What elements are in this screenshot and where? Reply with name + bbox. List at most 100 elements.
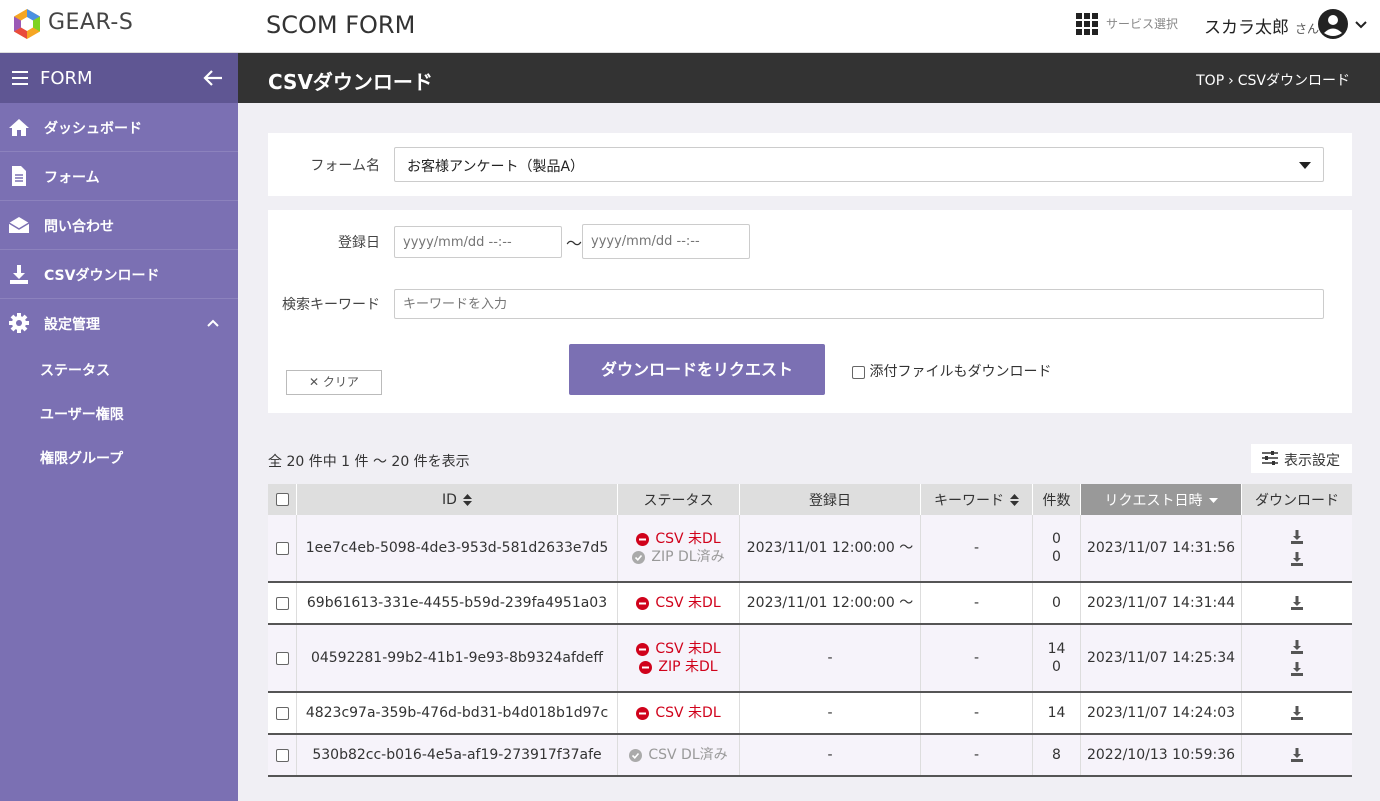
display-settings-button[interactable]: 表示設定 [1251,444,1352,473]
download-icon[interactable] [1290,748,1304,762]
keyword-cell: - [921,735,1033,775]
page-title-bar: CSVダウンロード TOP › CSVダウンロード [238,53,1380,103]
date-label: 登録日 [338,235,380,251]
attach-checkbox[interactable] [852,365,865,379]
download-icon[interactable] [1290,640,1304,654]
minus-circle-icon [639,660,653,674]
date-to-input[interactable] [582,224,750,259]
check-circle-icon [632,550,646,564]
row-checkbox[interactable] [275,748,289,762]
date-range-tilde: 〜 [566,234,583,253]
display-settings-label: 表示設定 [1284,453,1340,469]
arrow-left-icon[interactable] [202,68,224,88]
minus-circle-icon [636,706,650,720]
keyword-value: - [973,650,980,666]
sidebar-subitem-permission-group[interactable]: 権限グループ [0,436,238,480]
clear-button[interactable]: ✕ クリア [286,370,382,395]
count-value: 14 [1047,705,1066,721]
user-name[interactable]: スカラ太郎 さん [1204,13,1319,38]
column-header-label: ID [442,491,457,508]
column-header-id[interactable]: ID [297,484,618,515]
avatar-icon[interactable] [1318,9,1348,39]
column-header-request-datetime[interactable]: リクエスト日時 [1081,484,1242,515]
date-from-input[interactable] [394,226,562,258]
sidebar-subitem-status[interactable]: ステータス [0,348,238,392]
sidebar-item-csv-download[interactable]: CSVダウンロード [0,250,238,299]
sidebar-item-inquiry[interactable]: 問い合わせ [0,201,238,250]
page-title: CSVダウンロード [268,70,433,94]
download-icon[interactable] [1290,552,1304,566]
status-badge: CSV 未DL [636,594,721,612]
service-select-link[interactable]: サービス選択 [1106,15,1178,32]
keyword-cell: - [921,583,1033,623]
download-icon[interactable] [1290,596,1304,610]
row-checkbox[interactable] [275,596,289,610]
download-icon[interactable] [1290,706,1304,720]
column-header-registered-date: 登録日 [740,484,921,515]
sidebar-item-dashboard[interactable]: ダッシュボード [0,103,238,152]
document-icon [12,166,26,186]
id-cell: 04592281-99b2-41b1-9e93-8b9324afdeff [297,625,618,691]
registered-date-cell: - [740,735,921,775]
table-row[interactable]: 530b82cc-b016-4e5a-af19-273917f37afe CSV … [268,735,1352,777]
request-datetime: 2023/11/07 14:31:44 [1086,595,1236,611]
download-cell [1242,625,1352,691]
select-all-checkbox[interactable] [275,493,289,506]
search-panel: 登録日 〜 検索キーワード ✕ クリア ダウンロードをリクエスト 添付ファイルも… [268,210,1352,413]
count-value: 0 [1052,531,1061,547]
envelope-icon [8,217,30,233]
request-datetime-cell: 2023/11/07 14:24:03 [1081,693,1242,733]
request-id: 1ee7c4eb-5098-4de3-953d-581d2633e7d5 [305,540,609,556]
hamburger-icon[interactable] [12,71,28,85]
column-header-download: ダウンロード [1242,484,1352,515]
keyword-cell: - [921,515,1033,581]
status-text: ZIP 未DL [658,659,718,675]
row-checkbox[interactable] [275,651,289,665]
chevron-down-icon[interactable] [1354,20,1368,30]
request-id: 530b82cc-b016-4e5a-af19-273917f37afe [312,747,602,763]
row-checkbox[interactable] [275,706,289,720]
table-row[interactable]: 04592281-99b2-41b1-9e93-8b9324afdeff CSV … [268,625,1352,693]
keyword-value: - [973,540,980,556]
row-select-cell [268,735,297,775]
download-cell [1242,693,1352,733]
status-text: CSV 未DL [655,705,721,721]
sidebar-header: FORM [0,53,238,103]
count-cell: 14 0 [1033,625,1081,691]
registered-date: 2023/11/01 12:00:00 〜 [746,595,914,611]
column-header-count: 件数 [1033,484,1081,515]
status-badge: CSV 未DL [636,704,721,722]
download-icon[interactable] [1290,530,1304,544]
table-row[interactable]: 1ee7c4eb-5098-4de3-953d-581d2633e7d5 CSV … [268,515,1352,583]
sidebar-item-settings[interactable]: 設定管理 [0,299,238,348]
service-grid-icon[interactable] [1076,13,1100,35]
sidebar-subitem-user-permission[interactable]: ユーザー権限 [0,392,238,436]
row-checkbox[interactable] [275,541,289,555]
keyword-value: - [973,747,980,763]
download-icon[interactable] [1290,662,1304,676]
sidebar-item-label: ダッシュボード [44,121,142,137]
breadcrumb-top-link[interactable]: TOP [1196,73,1224,89]
request-download-button[interactable]: ダウンロードをリクエスト [569,344,825,395]
chevron-up-icon[interactable] [206,318,220,328]
table-row[interactable]: 4823c97a-359b-476d-bd31-b4d018b1d97c CSV … [268,693,1352,735]
request-datetime: 2023/11/07 14:25:34 [1086,650,1236,666]
sidebar-item-form[interactable]: フォーム [0,152,238,201]
status-text: CSV DL済み [648,747,728,763]
count-cell: 00 [1033,515,1081,581]
user-name-text: スカラ太郎 [1204,18,1289,38]
form-name-select[interactable]: お客様アンケート（製品A） [394,147,1324,182]
column-header-keyword[interactable]: キーワード [921,484,1033,515]
column-header-label: 件数 [1042,492,1071,509]
table-row[interactable]: 69b61613-331e-4455-b59d-239fa4951a03 CSV … [268,583,1352,625]
keyword-input[interactable] [394,289,1324,319]
registered-date-cell: 2023/11/01 12:00:00 〜 [740,515,921,581]
status-cell: CSV 未DL [618,693,740,733]
gear-s-logo-icon[interactable] [11,8,43,40]
attach-download-option[interactable]: 添付ファイルもダウンロード [852,361,1051,381]
sidebar-subitem-label: ユーザー権限 [40,407,124,423]
sidebar-subitem-label: ステータス [40,363,110,379]
status-badge: CSV 未DL [636,640,721,658]
logo-text[interactable]: GEAR-S [48,10,133,35]
sort-icon [462,493,472,506]
